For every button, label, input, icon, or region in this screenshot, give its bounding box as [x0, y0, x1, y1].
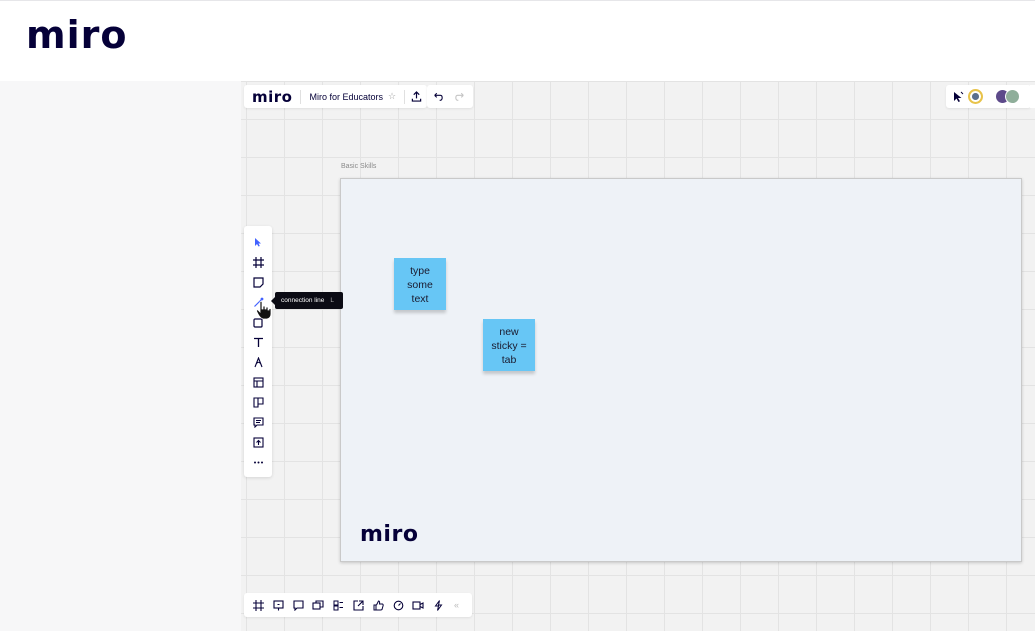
export-button[interactable] [350, 597, 366, 613]
select-tool[interactable] [250, 234, 266, 250]
hand-pointer-icon [256, 300, 272, 320]
undo-icon [434, 92, 443, 101]
frame-icon [252, 256, 264, 268]
site-header: miro [0, 0, 1035, 81]
redo-button[interactable] [449, 85, 471, 108]
comment-tool[interactable] [250, 414, 266, 430]
bottom-toolbar: « [244, 593, 472, 617]
text-icon [253, 337, 263, 347]
screen-share-icon [312, 599, 324, 610]
activity-icon [434, 599, 442, 611]
collaborator-avatar[interactable] [1005, 89, 1020, 104]
frames-button[interactable] [250, 597, 266, 613]
redo-icon [455, 92, 464, 101]
voting-icon [373, 599, 384, 610]
upload-icon [411, 91, 421, 102]
comments-button[interactable] [290, 597, 306, 613]
presentation-icon [272, 599, 284, 610]
sticky-note-tool[interactable] [250, 274, 266, 290]
activity-button[interactable] [430, 597, 446, 613]
template-tool[interactable] [250, 374, 266, 390]
board-logo[interactable]: miro [244, 88, 300, 106]
left-panel [0, 81, 241, 631]
select-icon [255, 238, 261, 247]
timer-icon [393, 600, 403, 610]
frames-icon [252, 599, 264, 611]
template-icon [252, 376, 264, 388]
cards-button[interactable] [330, 597, 346, 613]
miro-logo[interactable]: miro [26, 13, 127, 57]
tooltip-connection-line: connection line L [271, 292, 343, 309]
cursor-tracking-icon[interactable] [952, 91, 964, 103]
frame-tool[interactable] [250, 254, 266, 270]
undo-redo-toolbar [427, 85, 473, 108]
undo-button[interactable] [427, 85, 449, 108]
screen-share-button[interactable] [310, 597, 326, 613]
card-tool[interactable] [250, 394, 266, 410]
star-icon[interactable]: ☆ [388, 91, 404, 102]
sticky-note-icon [252, 276, 264, 288]
comments-icon [292, 599, 304, 611]
comment-icon [252, 416, 264, 428]
frame-label[interactable]: Basic Skills [341, 163, 376, 170]
upload-icon [252, 436, 264, 448]
pen-tool[interactable] [250, 354, 266, 370]
more-icon [253, 461, 263, 463]
collapse-toolbar-button[interactable]: « [454, 600, 459, 610]
sticky-note[interactable]: type some text [394, 258, 446, 310]
video-button[interactable] [410, 597, 426, 613]
frame-miro-logo: miro [360, 522, 419, 547]
more-tools-button[interactable] [250, 454, 266, 470]
creation-toolbar [244, 226, 272, 477]
board-title[interactable]: Miro for Educators [301, 92, 388, 102]
pen-icon [253, 356, 263, 367]
collaboration-toolbar [946, 85, 1031, 108]
upload-tool[interactable] [250, 434, 266, 450]
collaborators-group[interactable] [995, 89, 1020, 104]
video-icon [412, 600, 424, 610]
board-canvas[interactable]: miro Miro for Educators ☆ Basic Skills t… [241, 81, 1035, 631]
voting-button[interactable] [370, 597, 386, 613]
frame-basic-skills[interactable]: type some text new sticky = tab miro [340, 178, 1022, 562]
share-upload-button[interactable] [405, 85, 427, 108]
cards-icon [333, 600, 343, 610]
timer-button[interactable] [390, 597, 406, 613]
tooltip-label: connection line [281, 297, 325, 304]
sticky-note[interactable]: new sticky = tab [483, 319, 535, 371]
toolbar-edge [1030, 85, 1035, 108]
presentation-button[interactable] [270, 597, 286, 613]
text-tool[interactable] [250, 334, 266, 350]
user-avatar[interactable] [968, 89, 983, 104]
export-icon [352, 599, 364, 611]
card-icon [252, 396, 264, 408]
tooltip-shortcut: L [330, 297, 334, 304]
board-top-toolbar: miro Miro for Educators ☆ [244, 85, 428, 108]
